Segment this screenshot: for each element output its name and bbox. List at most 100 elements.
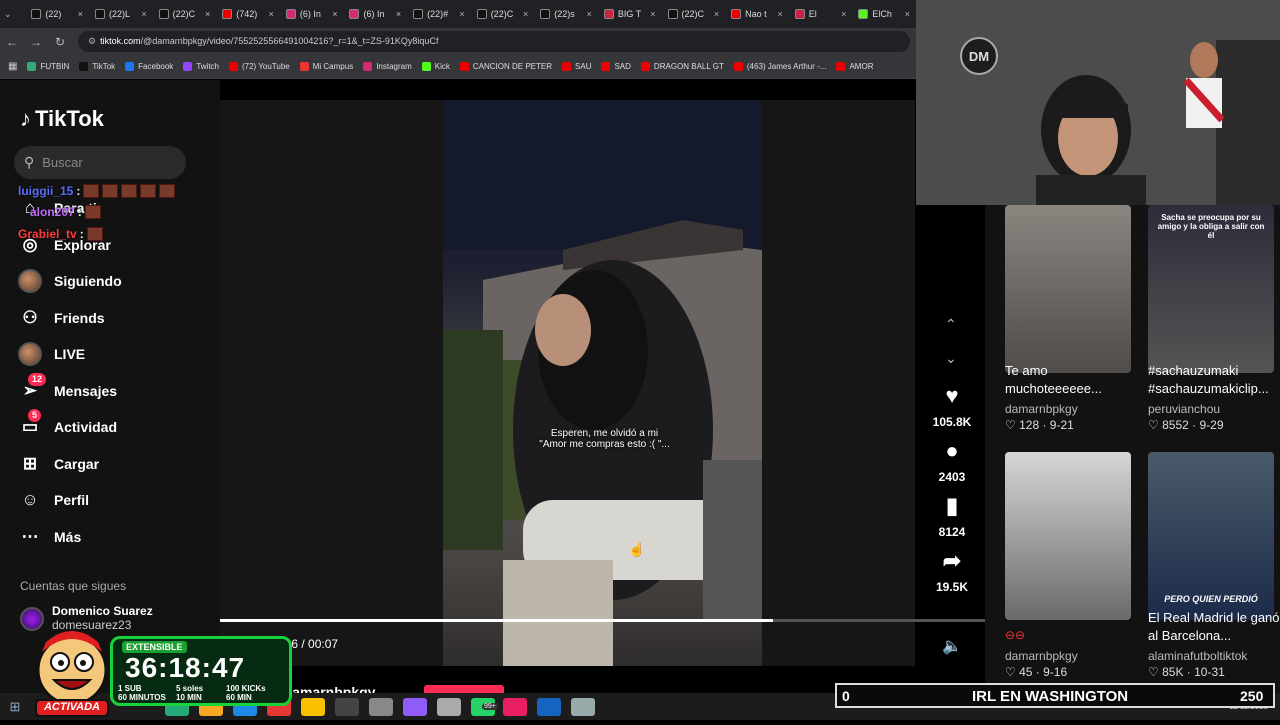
video-author[interactable]: peruvianchou: [1148, 402, 1220, 416]
browser-tab[interactable]: (22)L ×: [89, 0, 153, 28]
video-progress-bar[interactable]: [220, 619, 985, 622]
video-title[interactable]: Te amo muchoteeeeee...: [1005, 362, 1140, 398]
bookmark-item[interactable]: FUTBIN: [27, 62, 69, 71]
sidebar-item-friends[interactable]: ⚇ Friends: [18, 306, 104, 330]
bookmark-label: (463) James Arthur -...: [746, 62, 827, 71]
close-tab-icon[interactable]: ×: [78, 9, 83, 19]
tab-menu-icon[interactable]: ⌄: [4, 9, 25, 20]
back-icon[interactable]: ←: [0, 35, 24, 49]
url-input[interactable]: ⚙ tiktok.com/@damarnbpkgy/video/755252556…: [78, 31, 910, 52]
video-thumbnail[interactable]: Sacha se preocupa por su amigo y la obli…: [1148, 205, 1274, 373]
video-thumbnail[interactable]: PERO QUIEN PERDIÓ: [1148, 452, 1274, 620]
video-title[interactable]: El Real Madrid le ganó al Barcelona...: [1148, 609, 1280, 645]
taskbar-app-icon[interactable]: [301, 697, 325, 716]
video-title[interactable]: #sachauzumaki #sachauzumakiclip...: [1148, 362, 1280, 398]
bookmark-button[interactable]: ▮ 8124: [927, 493, 977, 539]
video-author[interactable]: alaminafutboltiktok: [1148, 649, 1247, 663]
taskbar-app-icon[interactable]: [403, 697, 427, 716]
bookmark-item[interactable]: CANCION DE PETER: [459, 62, 552, 71]
bookmark-item[interactable]: AMOR: [836, 62, 873, 71]
sidebar-item-perfil[interactable]: ☺ Perfil: [18, 488, 89, 512]
sidebar-item-label: Perfil: [54, 492, 90, 508]
browser-tab[interactable]: Nao t ×: [725, 0, 789, 28]
close-tab-icon[interactable]: ×: [650, 9, 655, 19]
browser-tab[interactable]: El ×: [789, 0, 853, 28]
browser-tab[interactable]: (22)C ×: [153, 0, 217, 28]
close-tab-icon[interactable]: ×: [714, 9, 719, 19]
app-icon: [603, 9, 614, 19]
sidebar-item-actividad[interactable]: ▭ 5 Actividad: [18, 409, 117, 439]
start-icon[interactable]: ⊞: [0, 699, 30, 715]
bookmark-item[interactable]: SAD: [601, 62, 631, 71]
previous-video-icon[interactable]: ⌃: [945, 316, 957, 333]
sidebar-item-siguiendo[interactable]: Siguiendo: [18, 269, 122, 293]
browser-tab[interactable]: ElCh ×: [852, 0, 916, 28]
sidebar-item-más[interactable]: ⋯ Más: [18, 525, 82, 549]
close-tab-icon[interactable]: ×: [523, 9, 528, 19]
tab-label: (22)C: [490, 9, 514, 19]
browser-tab[interactable]: (22)# ×: [407, 0, 471, 28]
bookmark-item[interactable]: DRAGON BALL GT: [640, 62, 724, 71]
taskbar-app-icon[interactable]: [536, 697, 561, 716]
video-author[interactable]: damarnbpkgy: [1005, 649, 1078, 663]
heart-button[interactable]: ♥ 105.8K: [927, 383, 977, 429]
profile-icon: ☺: [21, 490, 39, 509]
browser-tab[interactable]: (6) In ×: [343, 0, 407, 28]
taskbar-app-icon[interactable]: [437, 697, 461, 716]
follow-button[interactable]: [424, 685, 504, 693]
taskbar-app-icon[interactable]: [335, 697, 359, 716]
search-input[interactable]: ⚲ Buscar: [14, 146, 186, 179]
close-tab-icon[interactable]: ×: [777, 9, 782, 19]
comment-button[interactable]: ● 2403: [927, 438, 977, 484]
bookmark-item[interactable]: Mi Campus: [299, 62, 353, 71]
video-author[interactable]: damarnbpkgy: [1005, 402, 1078, 416]
browser-tab[interactable]: (742) ×: [216, 0, 280, 28]
close-tab-icon[interactable]: ×: [332, 9, 337, 19]
volume-icon[interactable]: 🔈: [942, 636, 962, 656]
video-thumbnail[interactable]: [1005, 452, 1131, 620]
bookmark-item[interactable]: Kick: [421, 62, 450, 71]
sidebar-item-mensajes[interactable]: ➢ 12 Mensajes: [18, 373, 117, 403]
close-tab-icon[interactable]: ×: [205, 9, 210, 19]
bookmark-item[interactable]: Facebook: [125, 62, 173, 71]
bookmark-item[interactable]: Instagram: [363, 62, 412, 71]
instagram-icon: [349, 9, 360, 19]
like-count: 128: [1019, 418, 1040, 432]
browser-tab[interactable]: (22)C ×: [471, 0, 535, 28]
webcam-frame: DM: [916, 0, 1280, 205]
browser-tab[interactable]: (6) In ×: [280, 0, 344, 28]
close-tab-icon[interactable]: ×: [141, 9, 146, 19]
sidebar-item-cargar[interactable]: ⊞ Cargar: [18, 452, 99, 476]
close-tab-icon[interactable]: ×: [587, 9, 592, 19]
share-button[interactable]: ➦ 19.5K: [927, 548, 977, 594]
close-tab-icon[interactable]: ×: [459, 9, 464, 19]
close-tab-icon[interactable]: ×: [396, 9, 401, 19]
close-tab-icon[interactable]: ×: [841, 9, 846, 19]
forward-icon[interactable]: →: [24, 35, 48, 49]
taskbar-app-icon[interactable]: [369, 697, 393, 716]
tiktok-logo[interactable]: ♪ TikTok: [20, 106, 104, 132]
reload-icon[interactable]: ↻: [48, 35, 72, 49]
next-video-icon[interactable]: ⌄: [945, 350, 957, 367]
tiktok-icon: [95, 9, 106, 19]
chat-message: alon207 :: [30, 205, 101, 219]
taskbar-app-icon[interactable]: [570, 697, 595, 716]
browser-tab[interactable]: (22) ×: [25, 0, 89, 28]
browser-tab[interactable]: (22)s ×: [534, 0, 598, 28]
bookmark-item[interactable]: Twitch: [183, 62, 219, 71]
apps-icon[interactable]: ▦: [8, 61, 17, 72]
taskbar-app-icon[interactable]: [502, 697, 527, 716]
bookmark-item[interactable]: TikTok: [79, 62, 115, 71]
bookmark-item[interactable]: (72) YouTube: [228, 62, 290, 71]
sidebar-item-live[interactable]: LIVE: [18, 342, 85, 366]
close-tab-icon[interactable]: ×: [905, 9, 910, 19]
browser-tab[interactable]: (22)C ×: [662, 0, 726, 28]
bookmark-item[interactable]: (463) James Arthur -...: [733, 62, 827, 71]
video-stats: ♡ 128 · 9-21: [1005, 418, 1074, 432]
video-thumbnail[interactable]: [1005, 205, 1131, 373]
bookmark-item[interactable]: SAU: [562, 62, 591, 71]
emote-icon: [83, 184, 100, 198]
browser-tab[interactable]: BIG T ×: [598, 0, 662, 28]
video-player[interactable]: [443, 100, 762, 666]
close-tab-icon[interactable]: ×: [269, 9, 274, 19]
